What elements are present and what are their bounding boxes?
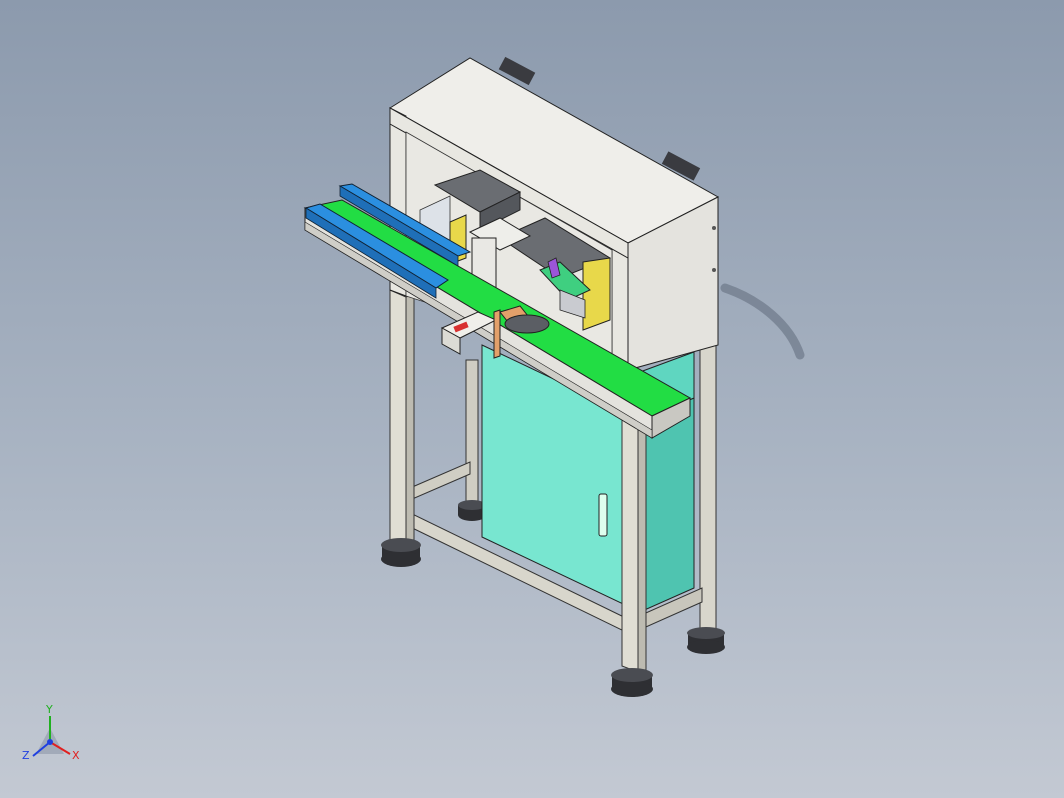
z-axis-label: Z	[22, 749, 30, 762]
cable-shadow	[720, 283, 805, 360]
machine-model[interactable]	[0, 0, 1064, 798]
coordinate-triad	[32, 716, 71, 757]
cad-viewport[interactable]: Y X Z	[0, 0, 1064, 798]
cabinet-door-handle[interactable]	[598, 493, 608, 537]
x-axis-label: X	[72, 749, 80, 762]
y-axis-label: Y	[46, 703, 53, 716]
